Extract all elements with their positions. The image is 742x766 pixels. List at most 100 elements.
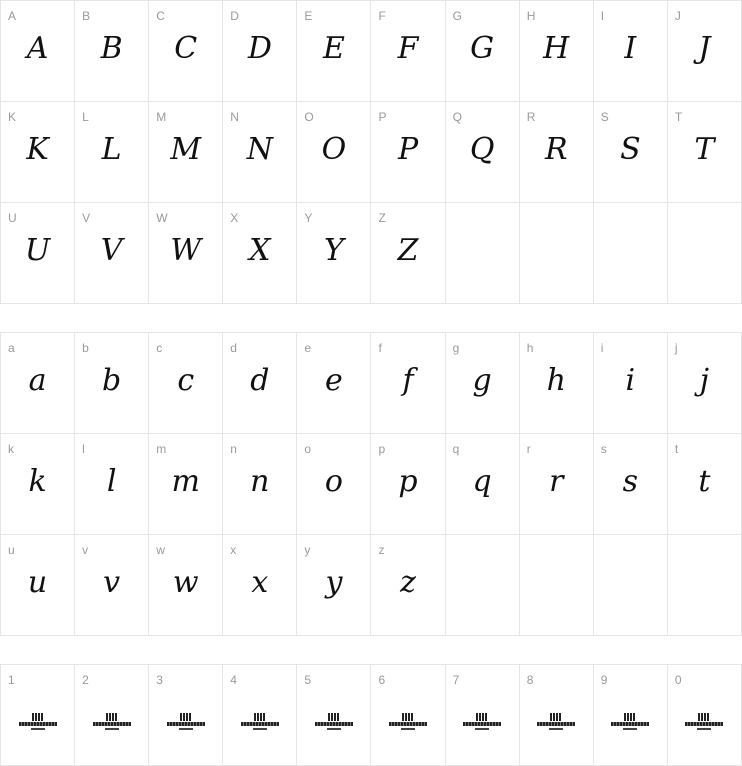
- glyph-preview: P: [397, 132, 419, 167]
- glyph-cell: ee: [297, 333, 372, 434]
- font-logo-placeholder-icon: [92, 713, 131, 731]
- glyph-cell: rr: [519, 434, 594, 535]
- glyph-label: p: [378, 442, 386, 456]
- glyph-cell: ii: [593, 333, 668, 434]
- glyph-label: c: [156, 341, 163, 355]
- glyph-cell: KK: [1, 102, 76, 203]
- glyph-label: o: [304, 442, 312, 456]
- glyph-label: e: [304, 341, 312, 355]
- glyph-preview: a: [28, 363, 47, 398]
- glyph-preview: q: [472, 464, 492, 499]
- glyph-cell: 8: [519, 665, 594, 766]
- glyph-cell: jj: [667, 333, 742, 434]
- glyph-cell: ll: [75, 434, 150, 535]
- glyph-cell: ss: [593, 434, 668, 535]
- font-logo-placeholder-icon: [314, 713, 353, 731]
- glyph-cell: yy: [297, 535, 372, 636]
- glyph-preview: X: [249, 233, 271, 268]
- glyph-preview: Z: [397, 233, 419, 268]
- glyph-cell: OO: [297, 102, 372, 203]
- digits-grid: 1 2 3 4 5 6 7 8 9 0: [0, 664, 742, 766]
- glyph-preview: x: [251, 565, 269, 600]
- glyph-preview: o: [324, 464, 343, 499]
- glyph-cell: GG: [445, 1, 520, 102]
- glyph-cell: [667, 535, 742, 636]
- glyph-cell: MM: [149, 102, 224, 203]
- glyph-cell: 4: [223, 665, 298, 766]
- glyph-cell: YY: [297, 203, 372, 304]
- glyph-label: P: [378, 110, 387, 124]
- glyph-label: m: [156, 442, 167, 456]
- glyph-label: 3: [156, 673, 163, 687]
- glyph-preview: F: [397, 31, 419, 66]
- glyph-preview: C: [174, 31, 198, 66]
- glyph-label: 6: [378, 673, 386, 687]
- glyph-label: Z: [378, 211, 386, 225]
- glyph-preview: H: [543, 31, 570, 66]
- glyph-preview: W: [170, 233, 202, 268]
- font-logo-placeholder-icon: [463, 713, 502, 731]
- glyph-cell: pp: [371, 434, 446, 535]
- glyph-label: w: [156, 543, 165, 557]
- glyph-label: S: [600, 110, 609, 124]
- glyph-preview: f: [402, 363, 414, 398]
- glyph-label: X: [230, 211, 239, 225]
- glyph-label: R: [526, 110, 536, 124]
- glyph-label: G: [452, 9, 462, 23]
- glyph-preview: d: [250, 363, 270, 398]
- glyph-cell: 7: [445, 665, 520, 766]
- glyph-label: f: [378, 341, 382, 355]
- glyph-cell: [593, 203, 668, 304]
- glyph-label: l: [82, 442, 85, 456]
- glyph-preview: T: [694, 132, 715, 167]
- glyph-cell: UU: [1, 203, 76, 304]
- glyph-cell: EE: [297, 1, 372, 102]
- glyph-label: n: [230, 442, 237, 456]
- glyph-cell: TT: [667, 102, 742, 203]
- glyph-preview: B: [100, 31, 123, 66]
- glyph-cell: dd: [223, 333, 298, 434]
- glyph-cell: ff: [371, 333, 446, 434]
- glyph-cell: qq: [445, 434, 520, 535]
- glyph-label: r: [526, 442, 531, 456]
- glyph-cell: XX: [223, 203, 298, 304]
- glyph-cell: aa: [1, 333, 76, 434]
- glyph-cell: RR: [519, 102, 594, 203]
- glyph-label: V: [82, 211, 91, 225]
- glyph-label: J: [674, 9, 681, 23]
- glyph-cell: 2: [75, 665, 150, 766]
- glyph-cell: [445, 203, 520, 304]
- glyph-label: x: [230, 543, 237, 557]
- glyph-cell: II: [593, 1, 668, 102]
- glyph-preview: k: [28, 464, 47, 499]
- glyph-cell: SS: [593, 102, 668, 203]
- glyph-preview: h: [546, 363, 566, 398]
- glyph-label: h: [526, 341, 534, 355]
- glyph-cell: 6: [371, 665, 446, 766]
- glyph-preview: j: [699, 363, 710, 398]
- glyph-label: 1: [8, 673, 15, 687]
- glyph-preview: b: [102, 363, 122, 398]
- glyph-preview: K: [26, 132, 49, 167]
- glyph-label: Q: [452, 110, 462, 124]
- glyph-label: s: [600, 442, 607, 456]
- glyph-cell: hh: [519, 333, 594, 434]
- glyph-preview: E: [322, 31, 345, 66]
- glyph-label: u: [8, 543, 15, 557]
- glyph-cell: 9: [593, 665, 668, 766]
- glyph-cell: HH: [519, 1, 594, 102]
- glyph-preview: V: [100, 233, 123, 268]
- glyph-preview: L: [101, 132, 122, 167]
- glyph-preview: i: [625, 363, 636, 398]
- glyph-preview: D: [247, 31, 272, 66]
- glyph-cell: 5: [297, 665, 372, 766]
- glyph-preview: v: [103, 565, 121, 600]
- glyph-cell: NN: [223, 102, 298, 203]
- glyph-cell: PP: [371, 102, 446, 203]
- glyph-cell: bb: [75, 333, 150, 434]
- glyph-label: M: [156, 110, 167, 124]
- glyph-label: i: [600, 341, 604, 355]
- uppercase-grid: AABBCCDDEEFFGGHHIIJJKKLLMMNNOOPPQQRRSSTT…: [0, 0, 742, 304]
- glyph-label: z: [378, 543, 385, 557]
- glyph-label: A: [8, 9, 17, 23]
